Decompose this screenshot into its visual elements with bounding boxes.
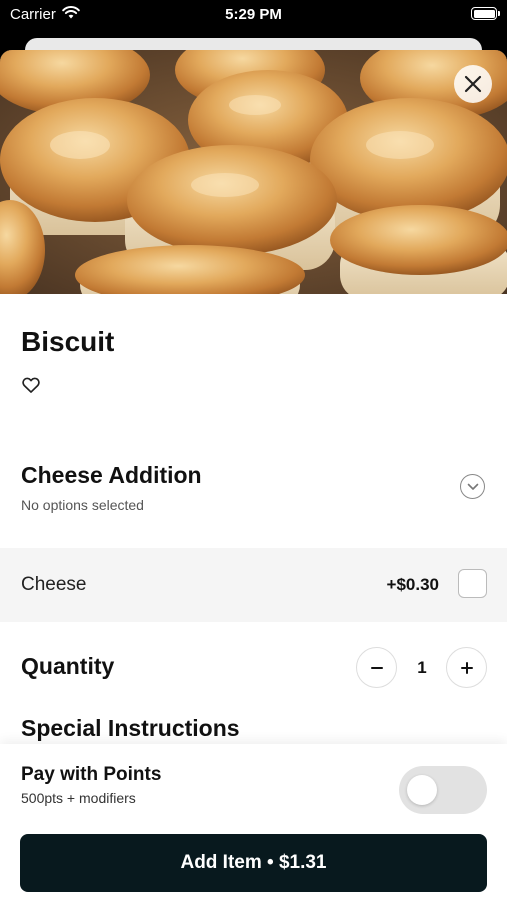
option-price: +$0.30 [386,575,439,594]
pay-with-points-title: Pay with Points [21,764,162,785]
favorite-button[interactable] [21,375,41,395]
quantity-increment-button[interactable] [446,647,487,688]
pay-with-points-subtitle: 500pts + modifiers [21,790,136,806]
close-icon [464,75,482,93]
battery-level [473,9,495,18]
close-button[interactable] [454,65,492,103]
toggle-knob [407,775,437,805]
quantity-label: Quantity [21,653,115,679]
battery-icon [471,7,500,20]
plus-icon [460,661,473,674]
status-time: 5:29 PM [225,6,282,23]
quantity-value: 1 [417,658,427,677]
item-detail-sheet: Biscuit Cheese Addition No options selec… [0,50,507,900]
pay-with-points-toggle[interactable] [399,766,487,814]
modifier-group-title: Cheese Addition [21,462,202,488]
chevron-down-icon [467,483,478,490]
quantity-decrement-button[interactable] [356,647,397,688]
item-image [0,50,507,294]
item-title: Biscuit [21,326,115,357]
option-name: Cheese [21,574,87,595]
modifier-group-subtitle: No options selected [21,497,144,513]
status-bar: Carrier 5:29 PM [0,0,507,30]
expand-modifier-button[interactable] [460,474,485,499]
option-checkbox[interactable] [458,569,487,598]
checkout-panel: Pay with Points 500pts + modifiers Add I… [0,744,507,900]
biscuits-photo [0,50,507,294]
heart-outline-icon [22,377,40,393]
modifier-option-cheese[interactable]: Cheese +$0.30 [0,548,507,622]
add-item-button[interactable]: Add Item • $1.31 [20,834,487,892]
special-instructions-label: Special Instructions [21,715,240,741]
minus-icon [370,666,383,669]
